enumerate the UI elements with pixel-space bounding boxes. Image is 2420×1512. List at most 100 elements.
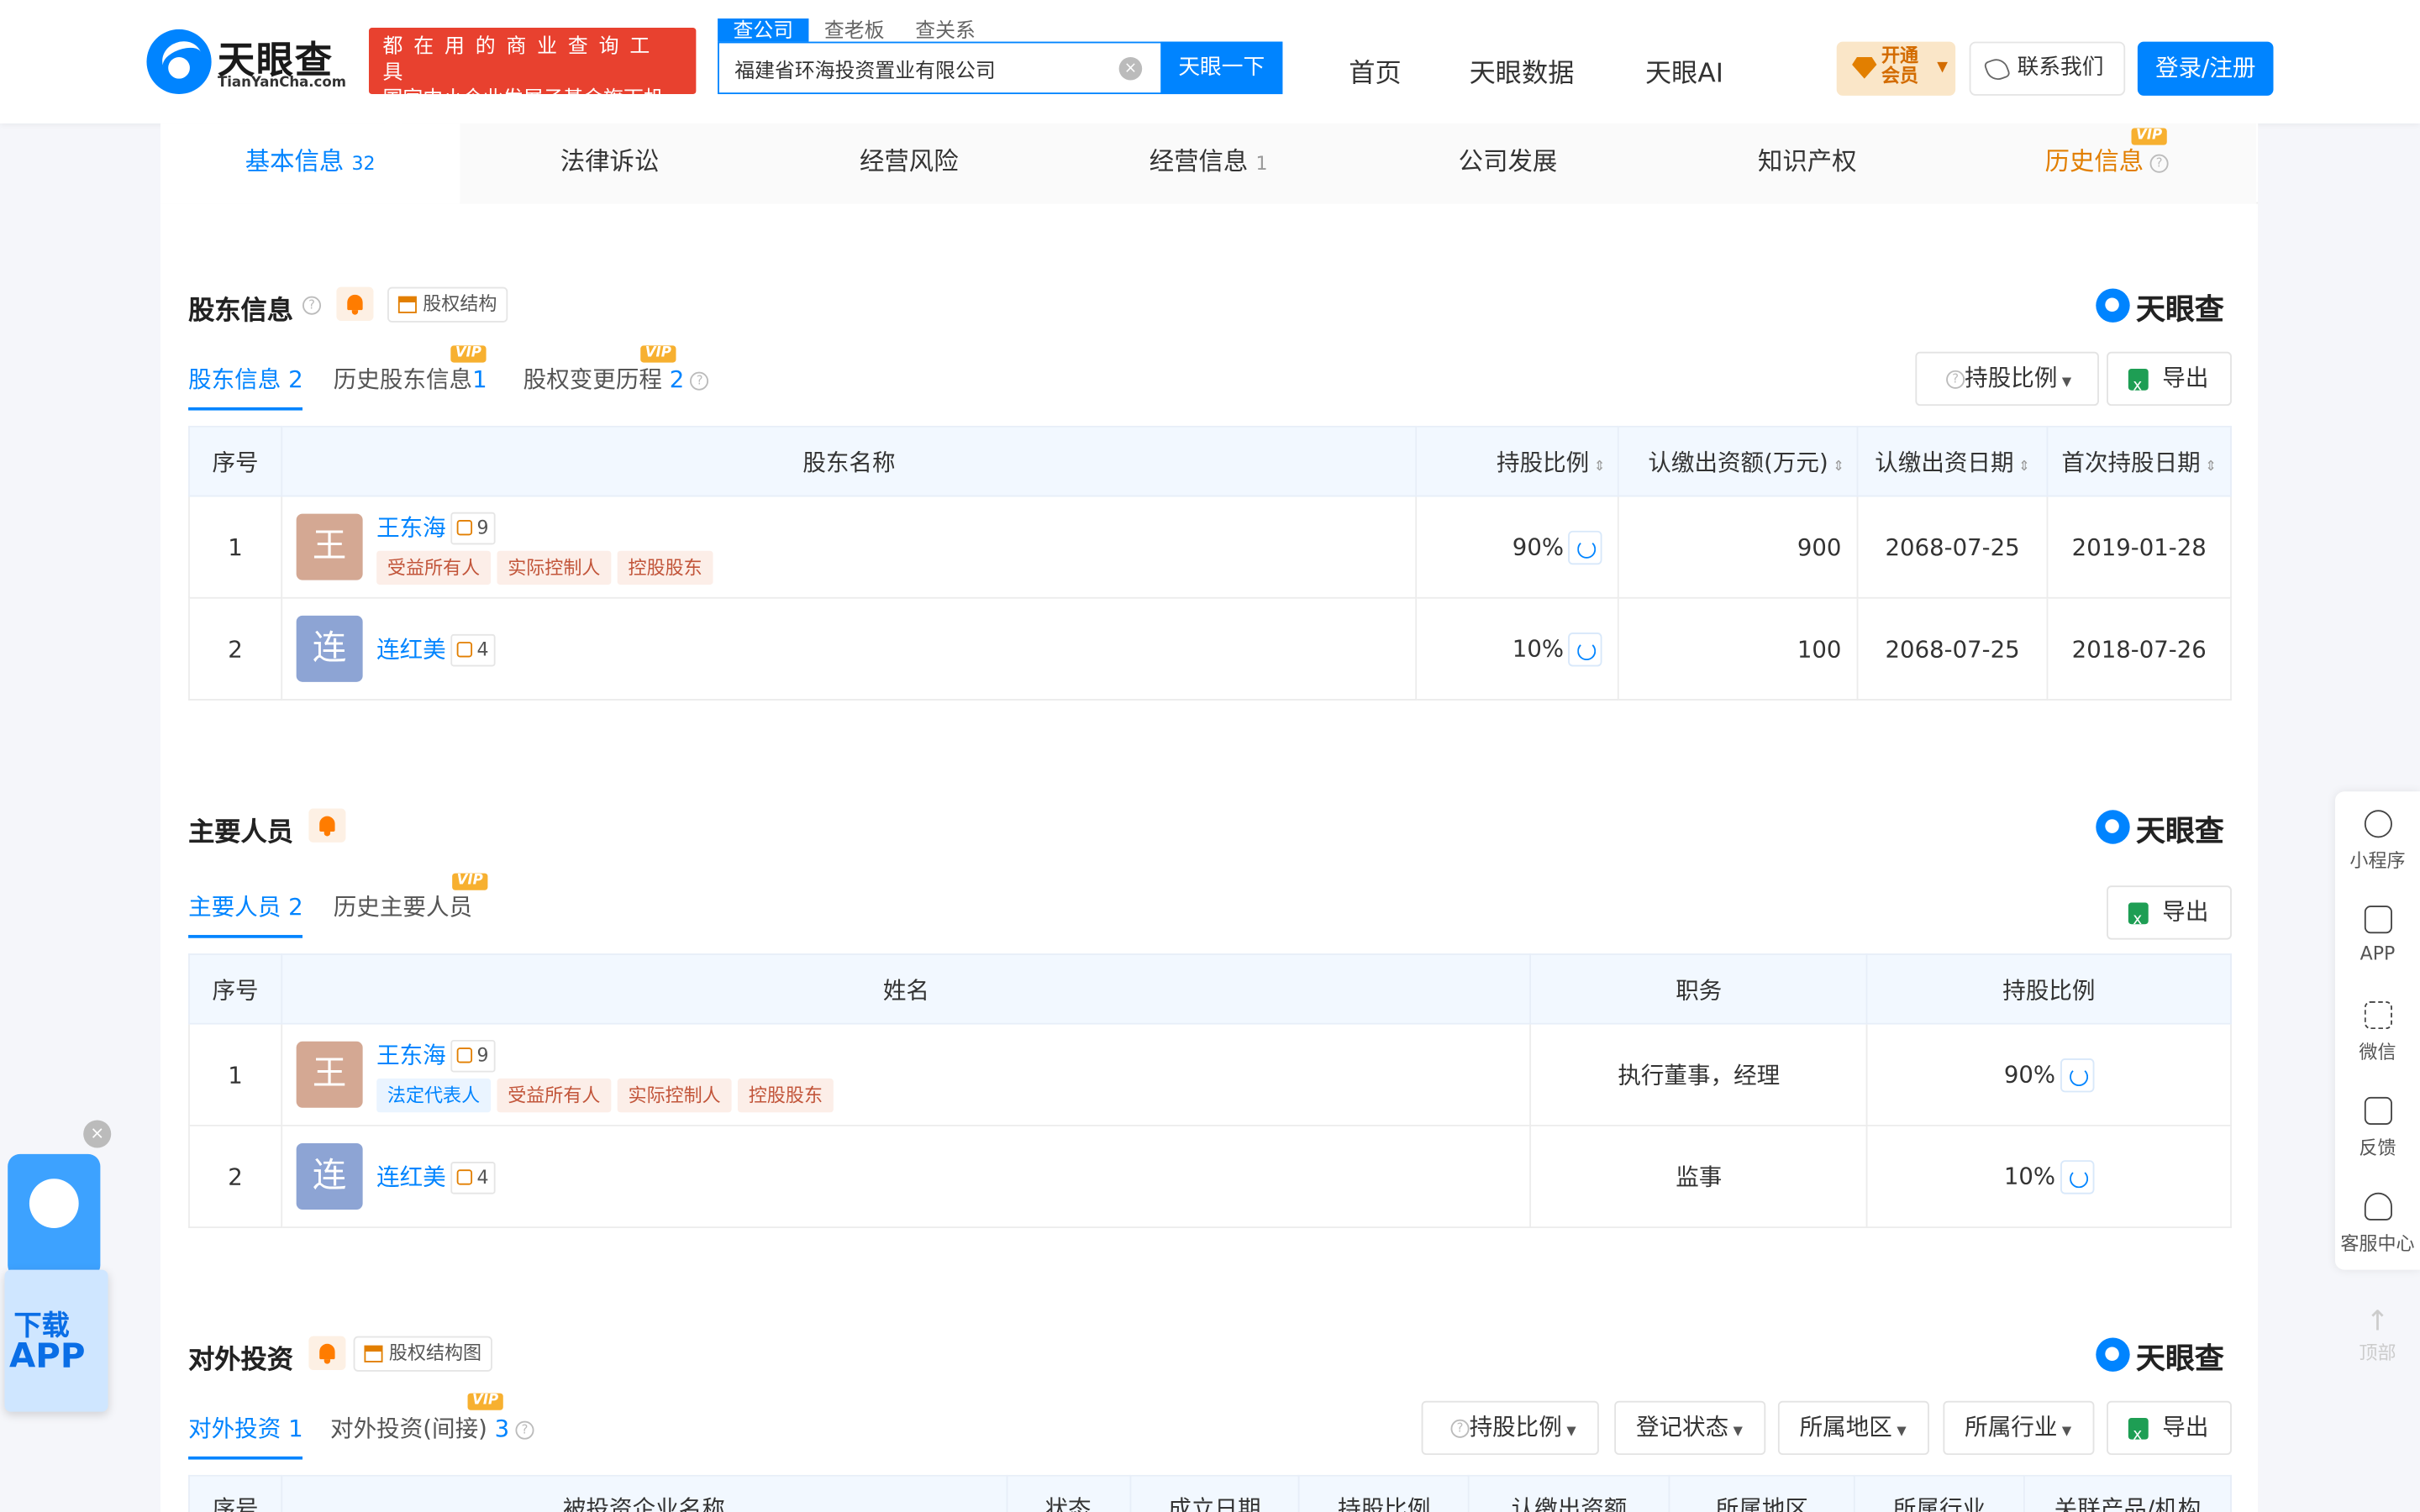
- tab-legal[interactable]: 法律诉讼: [460, 123, 760, 204]
- search-input[interactable]: [718, 43, 1161, 93]
- tab-risk[interactable]: 经营风险: [759, 123, 1060, 204]
- avatar: 连: [296, 615, 363, 682]
- col-header[interactable]: 持股比例: [1298, 1474, 1470, 1512]
- staff-name-link[interactable]: 连红美: [376, 1163, 446, 1190]
- shareholder-name-link[interactable]: 连红美: [376, 635, 446, 663]
- export-button[interactable]: 导出: [2107, 351, 2232, 412]
- caret-down-icon: ▼: [1897, 1424, 1907, 1438]
- sort-icon: ⇕: [2018, 459, 2030, 475]
- bell-icon[interactable]: [308, 1336, 346, 1371]
- bell-icon[interactable]: [308, 808, 346, 843]
- shareholder-name-link[interactable]: 王东海: [376, 513, 446, 541]
- tab-count: 1: [1255, 152, 1268, 175]
- search-type-tabs: 查公司 查老板 查关系: [718, 14, 991, 47]
- subtab-equity-changes[interactable]: 股权变更历程 2?: [523, 363, 709, 396]
- shareholder-title: 股东信息: [188, 296, 293, 328]
- tab-basic-info[interactable]: 基本信息 32: [160, 123, 460, 204]
- relation-count-badge[interactable]: 4: [450, 633, 495, 666]
- filter-ratio-button[interactable]: ? 持股比例 ▼: [1421, 1400, 1599, 1456]
- table-row: 2 连 连红美 4 监事 10%: [188, 1124, 2232, 1229]
- subtab-staff[interactable]: 主要人员 2: [188, 890, 304, 938]
- col-header: 职务: [1529, 953, 1868, 1025]
- equity-structure-button[interactable]: 股权结构: [387, 286, 508, 323]
- export-label: 导出: [2162, 1413, 2209, 1441]
- customer-service-button[interactable]: 客服中心: [2335, 1192, 2420, 1256]
- relation-count-badge[interactable]: 9: [450, 1039, 495, 1072]
- filter-label: 登记状态: [1635, 1413, 1729, 1441]
- filter-status-button[interactable]: 登记状态 ▼: [1614, 1400, 1766, 1456]
- subtab-shareholders[interactable]: 股东信息 2: [188, 363, 304, 411]
- ratio-value: 90%: [1512, 532, 1565, 560]
- open-vip-button[interactable]: 开通 会员 ▼: [1836, 41, 1956, 96]
- subtab-invest-indirect[interactable]: 对外投资(间接) 3?: [330, 1412, 534, 1445]
- clear-icon[interactable]: ×: [1118, 56, 1143, 81]
- tab-ip[interactable]: 知识产权: [1657, 123, 1957, 204]
- relation-count: 4: [476, 1165, 489, 1188]
- subscribe-date: 2068-07-25: [1856, 596, 2049, 701]
- subtab-invest[interactable]: 对外投资 1: [188, 1412, 304, 1460]
- subtab-count: 2: [288, 365, 303, 394]
- export-button[interactable]: 导出: [2107, 885, 2232, 946]
- close-icon[interactable]: ×: [83, 1120, 112, 1148]
- amount-cell: 900: [1618, 495, 1859, 599]
- col-header[interactable]: 认缴出资日期 ⇕: [1856, 425, 2049, 497]
- tianyancha-watermark: 天眼查: [2096, 287, 2224, 329]
- contact-us-button[interactable]: 联系我们: [1969, 41, 2126, 96]
- sort-icon: ⇕: [1593, 459, 1606, 475]
- mini-program-icon: [2363, 810, 2392, 838]
- relation-count-badge[interactable]: 9: [450, 511, 495, 544]
- tag-beneficiary[interactable]: 受益所有人: [497, 1077, 612, 1112]
- nav-home[interactable]: 首页: [1349, 51, 1401, 90]
- download-card[interactable]: 下载 APP: [4, 1269, 108, 1412]
- nav-ai[interactable]: 天眼AI: [1645, 51, 1723, 90]
- feedback-button[interactable]: 反馈: [2335, 1096, 2420, 1160]
- app-button[interactable]: APP: [2335, 906, 2420, 964]
- top-header: 天眼查 TianYanCha.com 都在用的商业查询工具 国家中小企业发展子基…: [0, 0, 2420, 137]
- tab-history[interactable]: 历史信息?: [1956, 123, 2257, 204]
- col-header[interactable]: 认缴出资额: [1468, 1474, 1670, 1512]
- subtab-label: 对外投资: [188, 1415, 281, 1443]
- tag-controller[interactable]: 实际控制人: [617, 1077, 732, 1112]
- subtab-count: 2: [288, 893, 303, 921]
- filter-industry-button[interactable]: 所属行业 ▼: [1943, 1400, 2095, 1456]
- col-header[interactable]: 持股比例 ⇕: [1415, 425, 1620, 497]
- filter-region-button[interactable]: 所属地区 ▼: [1777, 1400, 1929, 1456]
- export-button[interactable]: 导出: [2107, 1400, 2232, 1461]
- relation-count-badge[interactable]: 4: [450, 1161, 495, 1194]
- col-header: 持股比例: [1865, 953, 2232, 1025]
- subtab-history-shareholders[interactable]: 历史股东信息1: [334, 363, 487, 396]
- shareholder-table: 序号 股东名称 持股比例 ⇕ 认缴出资额(万元) ⇕ 认缴出资日期 ⇕ 首次持股日期 ⇕…: [188, 425, 2232, 701]
- download-app-widget[interactable]: × 下载 APP: [4, 1120, 112, 1414]
- site-logo[interactable]: 天眼查 TianYanCha.com: [146, 29, 356, 95]
- equity-structure-chart-button[interactable]: 股权结构图: [353, 1336, 492, 1372]
- ratio-filter-button[interactable]: ? 持股比例 ▼: [1915, 351, 2099, 407]
- help-icon: ?: [690, 370, 709, 390]
- mini-program-button[interactable]: 小程序: [2335, 810, 2420, 873]
- pie-chart-icon[interactable]: [2060, 1159, 2094, 1194]
- ratio-value: 10%: [1512, 633, 1565, 662]
- bell-icon[interactable]: [336, 286, 374, 322]
- login-register-button[interactable]: 登录/注册: [2137, 41, 2274, 96]
- side-label: 小程序: [2349, 850, 2406, 872]
- wechat-button[interactable]: 微信: [2335, 1001, 2420, 1064]
- staff-name-link[interactable]: 王东海: [376, 1041, 446, 1068]
- table-row: 2 连 连红美 4 10% 100 2068-07-25 2018-07-26: [188, 596, 2232, 701]
- invest-title: 对外投资: [188, 1345, 293, 1377]
- staff-title: 主要人员: [188, 817, 293, 849]
- pie-chart-icon[interactable]: [2060, 1058, 2094, 1092]
- search-button[interactable]: 天眼一下: [1160, 41, 1283, 95]
- col-header[interactable]: 认缴出资额(万元) ⇕: [1618, 425, 1859, 497]
- col-header[interactable]: 成立日期: [1128, 1474, 1301, 1512]
- side-label: 微信: [2359, 1041, 2396, 1063]
- nav-data[interactable]: 天眼数据: [1470, 51, 1575, 90]
- help-icon: ?: [302, 296, 322, 315]
- subtab-history-staff[interactable]: 历史主要人员: [334, 890, 472, 923]
- col-header[interactable]: 首次持股日期 ⇕: [2046, 425, 2232, 497]
- tab-development[interactable]: 公司发展: [1358, 123, 1658, 204]
- pie-chart-icon[interactable]: [1568, 529, 1602, 564]
- vip-badge: VIP: [640, 345, 676, 363]
- back-to-top-button[interactable]: ↑ 顶部: [2335, 1296, 2420, 1381]
- pie-chart-icon[interactable]: [1568, 632, 1602, 666]
- tab-operation[interactable]: 经营信息 1: [1059, 123, 1359, 204]
- equity-structure-label: 股权结构图: [388, 1341, 482, 1364]
